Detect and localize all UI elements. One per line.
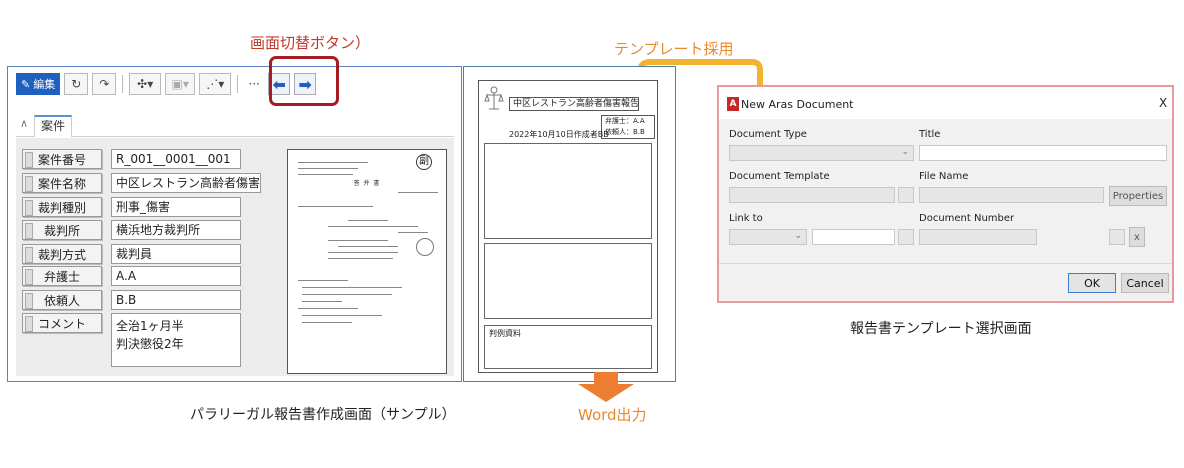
document-type-label: Document Type: [729, 129, 807, 140]
template-title: 中区レストラン高齢者傷害報告: [509, 97, 639, 111]
template-section-reference: 判例資料: [484, 325, 652, 369]
clipboard-menu-button[interactable]: ▣▾: [165, 73, 196, 95]
link-to-select[interactable]: ⌄: [729, 229, 807, 245]
file-name-input[interactable]: [919, 187, 1104, 203]
case-number-field[interactable]: R_001__0001__001: [111, 149, 241, 169]
template-page: 中区レストラン高齢者傷害報告 弁護士：A.A 依頼人：B.B 2022年10月1…: [478, 80, 658, 373]
file-name-label: File Name: [919, 171, 969, 182]
link-to-picker-button[interactable]: [898, 229, 914, 245]
document-type-select[interactable]: ⌄: [729, 145, 914, 161]
trial-method-field[interactable]: 裁判員: [111, 244, 241, 264]
pencil-icon: ✎: [21, 77, 31, 91]
template-parties: 弁護士：A.A 依頼人：B.B: [601, 115, 655, 139]
template-select-caption: 報告書テンプレート選択画面: [850, 321, 1032, 337]
link-to-label: Link to: [729, 213, 763, 224]
court-field[interactable]: 横浜地方裁判所: [111, 220, 241, 240]
comment-line: 判決懲役2年: [116, 337, 184, 351]
aras-logo-icon: A: [727, 97, 739, 111]
dialog-close-button[interactable]: X: [1159, 96, 1167, 110]
network-icon: ✣▾: [137, 77, 154, 91]
redo-icon: ↷: [99, 77, 110, 91]
link-to-input[interactable]: [812, 229, 895, 245]
refresh-button[interactable]: ↻: [64, 73, 89, 95]
word-output-annotation: Word出力: [578, 406, 647, 424]
more-icon: ···: [248, 77, 260, 91]
tab-case[interactable]: 案件: [34, 115, 73, 137]
chevron-down-icon: ⌄: [901, 147, 909, 157]
document-template-label: Document Template: [729, 171, 830, 182]
justice-statue-icon: [484, 86, 504, 110]
dialog-title: New Aras Document: [741, 98, 854, 111]
properties-button[interactable]: Properties: [1109, 186, 1167, 206]
field-label-trial-method: 裁判方式: [22, 244, 102, 264]
comment-field[interactable]: 全治1ヶ月半 判決懲役2年: [111, 313, 241, 367]
tab-bar: ∧ 案件: [16, 115, 454, 137]
template-section: [484, 243, 652, 319]
redo-button[interactable]: ↷: [92, 73, 117, 95]
ok-button[interactable]: OK: [1068, 273, 1116, 293]
toolbar-divider: [122, 75, 124, 93]
field-label-case-name: 案件名称: [22, 173, 102, 193]
document-number-label: Document Number: [919, 213, 1015, 224]
field-label-court: 裁判所: [22, 220, 102, 240]
cancel-button[interactable]: Cancel: [1121, 273, 1169, 293]
case-name-field[interactable]: 中区レストラン高齢者傷害: [111, 173, 261, 193]
clipboard-icon: ▣▾: [171, 77, 189, 91]
template-section: [484, 143, 652, 239]
document-heading: 答 弁 書: [353, 180, 381, 187]
trial-type-field[interactable]: 刑事_傷害: [111, 197, 241, 217]
clear-link-button[interactable]: x: [1129, 227, 1145, 247]
comment-line: 全治1ヶ月半: [116, 319, 184, 333]
chevron-down-icon: ⌄: [794, 231, 802, 241]
template-reference-label: 判例資料: [489, 329, 521, 338]
word-output-arrow-icon: [578, 372, 634, 402]
share-icon: ⋰▾: [206, 77, 225, 91]
field-label-trial-type: 裁判種別: [22, 197, 102, 217]
switch-button-annotation: 画面切替ボタン）: [250, 34, 371, 52]
refresh-icon: ↻: [71, 77, 82, 91]
field-label-case-number: 案件番号: [22, 149, 102, 169]
document-preview: 副 答 弁 書: [287, 149, 447, 374]
field-label-lawyer: 弁護士: [22, 266, 102, 286]
share-menu-button[interactable]: ⋰▾: [199, 73, 232, 95]
paralegal-caption: パラリーガル報告書作成画面（サンプル）: [190, 407, 456, 423]
edit-button-label: 編集: [33, 78, 56, 91]
link-action-button[interactable]: [1109, 229, 1125, 245]
template-lawyer: 弁護士：A.A: [605, 117, 645, 125]
field-label-comment: コメント: [22, 313, 102, 333]
dialog-title-bar: A New Aras Document X: [719, 87, 1172, 119]
lawyer-field[interactable]: A.A: [111, 266, 241, 286]
client-field[interactable]: B.B: [111, 290, 241, 310]
field-label-client: 依頼人: [22, 290, 102, 310]
title-input[interactable]: [919, 145, 1167, 161]
dialog-divider: [719, 263, 1172, 264]
new-aras-document-dialog: A New Aras Document X Document Type ⌄ Ti…: [717, 85, 1174, 303]
stamp-icon: 副: [416, 154, 432, 170]
switch-button-highlight: [269, 56, 339, 106]
document-template-input[interactable]: [729, 187, 895, 203]
template-date-author: 2022年10月10日作成者BB: [509, 130, 609, 139]
edit-button[interactable]: ✎ 編集: [16, 73, 61, 95]
toolbar-divider: [237, 75, 239, 93]
template-client: 依頼人：B.B: [605, 128, 645, 136]
title-label: Title: [919, 129, 941, 140]
document-template-picker-button[interactable]: [898, 187, 914, 203]
network-menu-button[interactable]: ✣▾: [129, 73, 162, 95]
document-number-input[interactable]: [919, 229, 1037, 245]
more-button[interactable]: ···: [244, 73, 264, 95]
seal-icon: [416, 238, 434, 256]
collapse-icon[interactable]: ∧: [20, 117, 28, 130]
